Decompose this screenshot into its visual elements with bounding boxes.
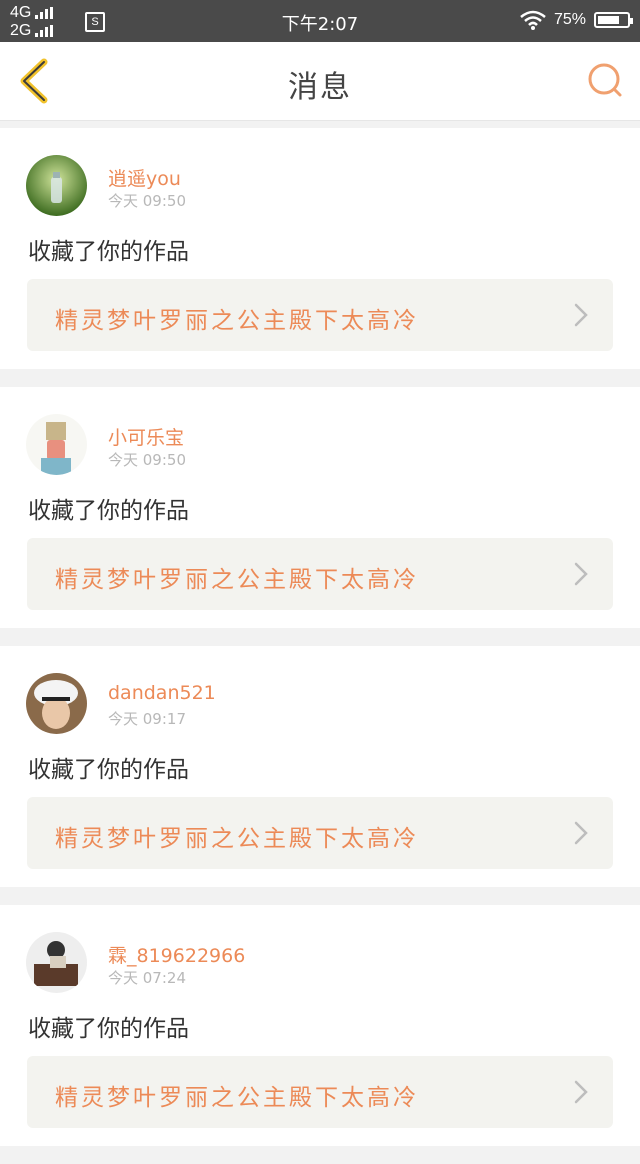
work-title: 精灵梦叶罗丽之公主殿下太高冷: [55, 826, 419, 852]
wifi-icon: [520, 10, 546, 30]
avatar[interactable]: [26, 414, 87, 475]
work-link[interactable]: 精灵梦叶罗丽之公主殿下太高冷: [27, 1056, 613, 1128]
username[interactable]: 霖_819622966: [108, 941, 245, 968]
chevron-right-icon: [574, 303, 588, 327]
message-card: dandan521 今天 09:17 收藏了你的作品 精灵梦叶罗丽之公主殿下太高…: [0, 646, 640, 887]
username[interactable]: 小可乐宝: [108, 423, 184, 450]
work-title: 精灵梦叶罗丽之公主殿下太高冷: [55, 308, 419, 334]
work-title: 精灵梦叶罗丽之公主殿下太高冷: [55, 567, 419, 593]
work-link[interactable]: 精灵梦叶罗丽之公主殿下太高冷: [27, 538, 613, 610]
timestamp: 今天 09:50: [108, 451, 186, 469]
timestamp: 今天 07:24: [108, 969, 186, 987]
work-title: 精灵梦叶罗丽之公主殿下太高冷: [55, 1085, 419, 1111]
username[interactable]: 逍遥you: [108, 164, 181, 191]
status-right: 75%: [520, 10, 633, 30]
chevron-right-icon: [574, 821, 588, 845]
battery-percent: 75%: [553, 11, 586, 28]
header-bar: 消息: [0, 42, 640, 121]
battery-icon: [594, 12, 633, 28]
chevron-right-icon: [574, 562, 588, 586]
status-bar: 4G 2G S 下午2:07 75%: [0, 0, 640, 42]
avatar[interactable]: [26, 673, 87, 734]
chevron-right-icon: [574, 1080, 588, 1104]
timestamp: 今天 09:17: [108, 710, 186, 728]
avatar[interactable]: [26, 932, 87, 993]
username[interactable]: dandan521: [108, 682, 216, 704]
action-text: 收藏了你的作品: [28, 498, 189, 524]
search-icon[interactable]: [586, 60, 626, 100]
message-card: 小可乐宝 今天 09:50 收藏了你的作品 精灵梦叶罗丽之公主殿下太高冷: [0, 387, 640, 628]
work-link[interactable]: 精灵梦叶罗丽之公主殿下太高冷: [27, 797, 613, 869]
action-text: 收藏了你的作品: [28, 1016, 189, 1042]
timestamp: 今天 09:50: [108, 192, 186, 210]
message-card: 逍遥you 今天 09:50 收藏了你的作品 精灵梦叶罗丽之公主殿下太高冷: [0, 128, 640, 369]
message-list: 逍遥you 今天 09:50 收藏了你的作品 精灵梦叶罗丽之公主殿下太高冷 小可…: [0, 128, 640, 1164]
message-card: 霖_819622966 今天 07:24 收藏了你的作品 精灵梦叶罗丽之公主殿下…: [0, 905, 640, 1146]
action-text: 收藏了你的作品: [28, 239, 189, 265]
battery-fill: [598, 16, 619, 24]
battery-cap: [630, 18, 633, 24]
work-link[interactable]: 精灵梦叶罗丽之公主殿下太高冷: [27, 279, 613, 351]
page-title: 消息: [288, 70, 352, 105]
avatar[interactable]: [26, 155, 87, 216]
action-text: 收藏了你的作品: [28, 757, 189, 783]
